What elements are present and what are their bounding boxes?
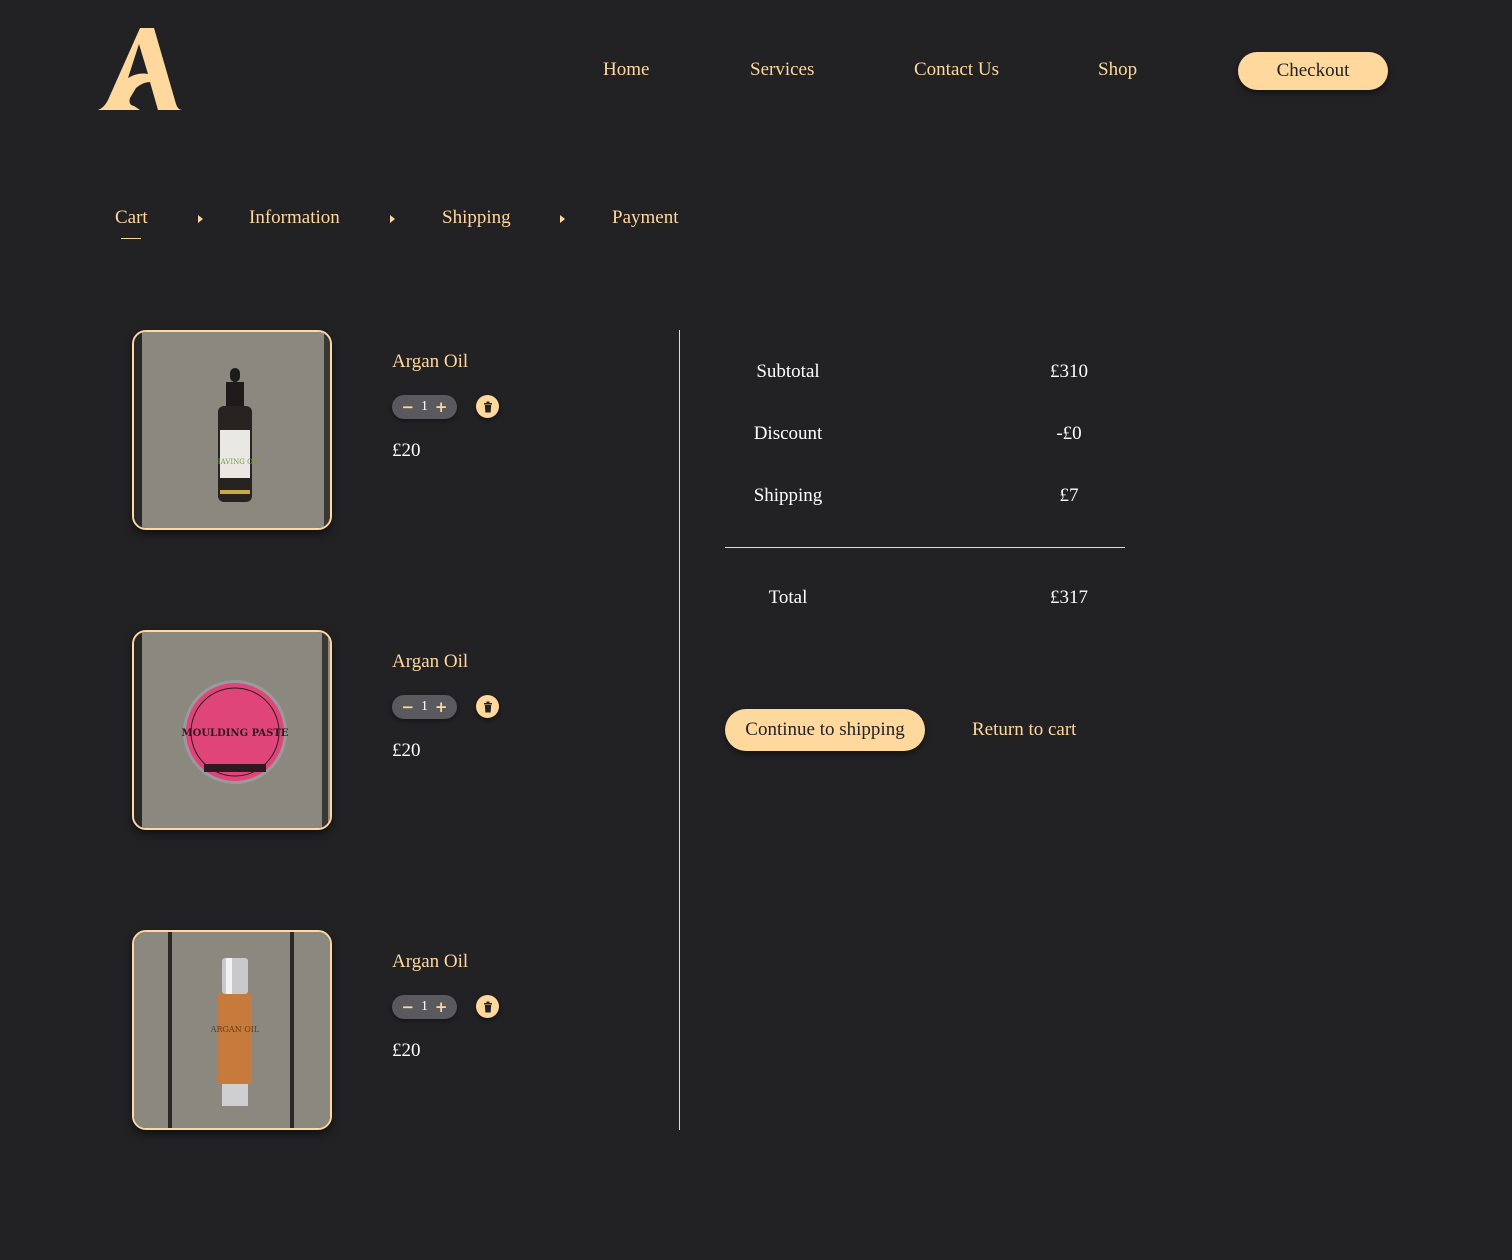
nav-services[interactable]: Services [750,59,814,81]
summary-divider [725,547,1125,548]
plus-icon[interactable]: + [435,999,448,1015]
trash-icon[interactable] [476,995,499,1018]
total-value: £317 [1050,587,1088,608]
minus-icon[interactable]: − [401,699,414,715]
cart-item-price: £20 [392,740,421,761]
discount-value: -£0 [1056,423,1082,444]
minus-icon[interactable]: − [401,399,414,415]
discount-label: Discount [753,423,823,444]
moulding-paste-label: MOULDING PASTE [182,728,289,739]
product-image-shaving-oil: SHAVING OIL [132,330,332,530]
caret-right-icon [560,215,565,223]
trash-icon[interactable] [476,695,499,718]
quantity-stepper: − 1 + [392,695,457,719]
breadcrumb-cart[interactable]: Cart [115,207,148,229]
quantity-value: 1 [420,399,428,414]
return-to-cart-link[interactable]: Return to cart [972,719,1076,741]
argan-oil-label: ARGAN OIL [210,1025,260,1034]
subtotal-value: £310 [1050,361,1088,382]
plus-icon[interactable]: + [435,699,448,715]
breadcrumb-shipping[interactable]: Shipping [442,207,511,229]
nav-contact-us[interactable]: Contact Us [914,59,999,81]
breadcrumb-payment[interactable]: Payment [612,207,679,229]
quantity-stepper: − 1 + [392,995,457,1019]
nav-home[interactable]: Home [603,59,649,81]
product-image-argan-oil: ARGAN OIL [132,930,332,1130]
total-label: Total [768,587,808,608]
nav-shop[interactable]: Shop [1098,59,1137,81]
shaving-oil-label: SHAVING OIL [210,458,261,466]
cart-item-name[interactable]: Argan Oil [392,351,468,373]
shipping-value: £7 [1059,485,1079,506]
letter-a-logo-icon[interactable] [98,26,182,112]
continue-to-shipping-button[interactable]: Continue to shipping [725,709,925,751]
caret-right-icon [198,215,203,223]
breadcrumb-information[interactable]: Information [249,207,340,229]
cart-item-price: £20 [392,1040,421,1061]
column-divider [679,330,680,1130]
cart-item-name[interactable]: Argan Oil [392,951,468,973]
checkout-button[interactable]: Checkout [1238,52,1388,90]
shipping-label: Shipping [753,485,823,506]
cart-item-price: £20 [392,440,421,461]
trash-icon[interactable] [476,395,499,418]
subtotal-label: Subtotal [756,361,820,382]
minus-icon[interactable]: − [401,999,414,1015]
product-image-moulding-paste: MOULDING PASTE [132,630,332,830]
plus-icon[interactable]: + [435,399,448,415]
cart-item-name[interactable]: Argan Oil [392,651,468,673]
quantity-value: 1 [420,699,428,714]
caret-right-icon [390,215,395,223]
quantity-value: 1 [420,999,428,1014]
quantity-stepper: − 1 + [392,395,457,419]
